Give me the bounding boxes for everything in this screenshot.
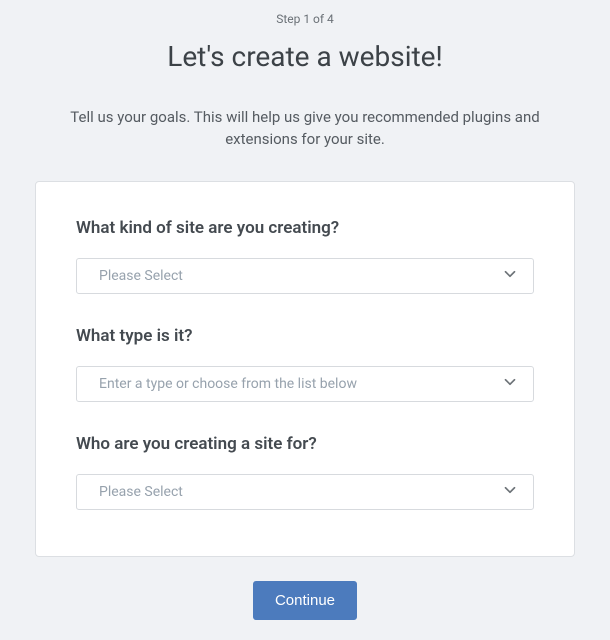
chevron-down-icon xyxy=(501,265,519,287)
page-subtitle: Tell us your goals. This will help us gi… xyxy=(45,107,565,151)
site-type-placeholder: Enter a type or choose from the list bel… xyxy=(99,376,357,392)
site-kind-select[interactable]: Please Select xyxy=(76,258,534,294)
site-kind-placeholder: Please Select xyxy=(99,268,183,284)
footer: Continue xyxy=(0,581,610,620)
site-kind-label: What kind of site are you creating? xyxy=(76,218,534,238)
site-type-select[interactable]: Enter a type or choose from the list bel… xyxy=(76,366,534,402)
page-title: Let's create a website! xyxy=(0,40,610,73)
form-card: What kind of site are you creating? Plea… xyxy=(35,181,575,557)
site-type-label: What type is it? xyxy=(76,326,534,346)
chevron-down-icon xyxy=(501,373,519,395)
chevron-down-icon xyxy=(501,481,519,503)
step-indicator: Step 1 of 4 xyxy=(0,12,610,26)
site-for-label: Who are you creating a site for? xyxy=(76,434,534,454)
continue-button[interactable]: Continue xyxy=(253,581,357,620)
site-for-select[interactable]: Please Select xyxy=(76,474,534,510)
site-for-placeholder: Please Select xyxy=(99,484,183,500)
